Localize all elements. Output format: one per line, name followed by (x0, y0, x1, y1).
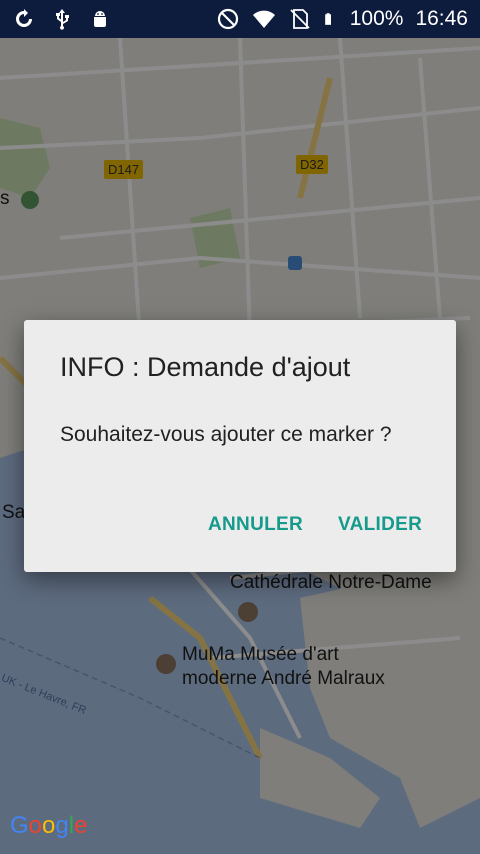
sync-icon (16, 9, 32, 27)
cancel-button[interactable]: ANNULER (204, 508, 307, 542)
android-icon (94, 11, 106, 27)
status-bar: 100% 16:46 (0, 0, 480, 38)
wifi-icon (252, 10, 275, 28)
no-sim-icon (290, 9, 310, 29)
dialog-title: INFO : Demande d'ajout (60, 352, 351, 382)
dialog-message: Souhaitez-vous ajouter ce marker ? (60, 423, 392, 446)
clock: 16:46 (415, 7, 468, 30)
google-logo: Google (10, 812, 88, 839)
confirm-button[interactable]: VALIDER (334, 508, 426, 542)
usb-icon (56, 9, 69, 30)
dnd-icon (217, 8, 238, 30)
confirm-dialog: INFO : Demande d'ajout Souhaitez-vous aj… (24, 320, 456, 572)
battery-percent: 100% (349, 7, 404, 30)
battery-icon (324, 13, 331, 25)
